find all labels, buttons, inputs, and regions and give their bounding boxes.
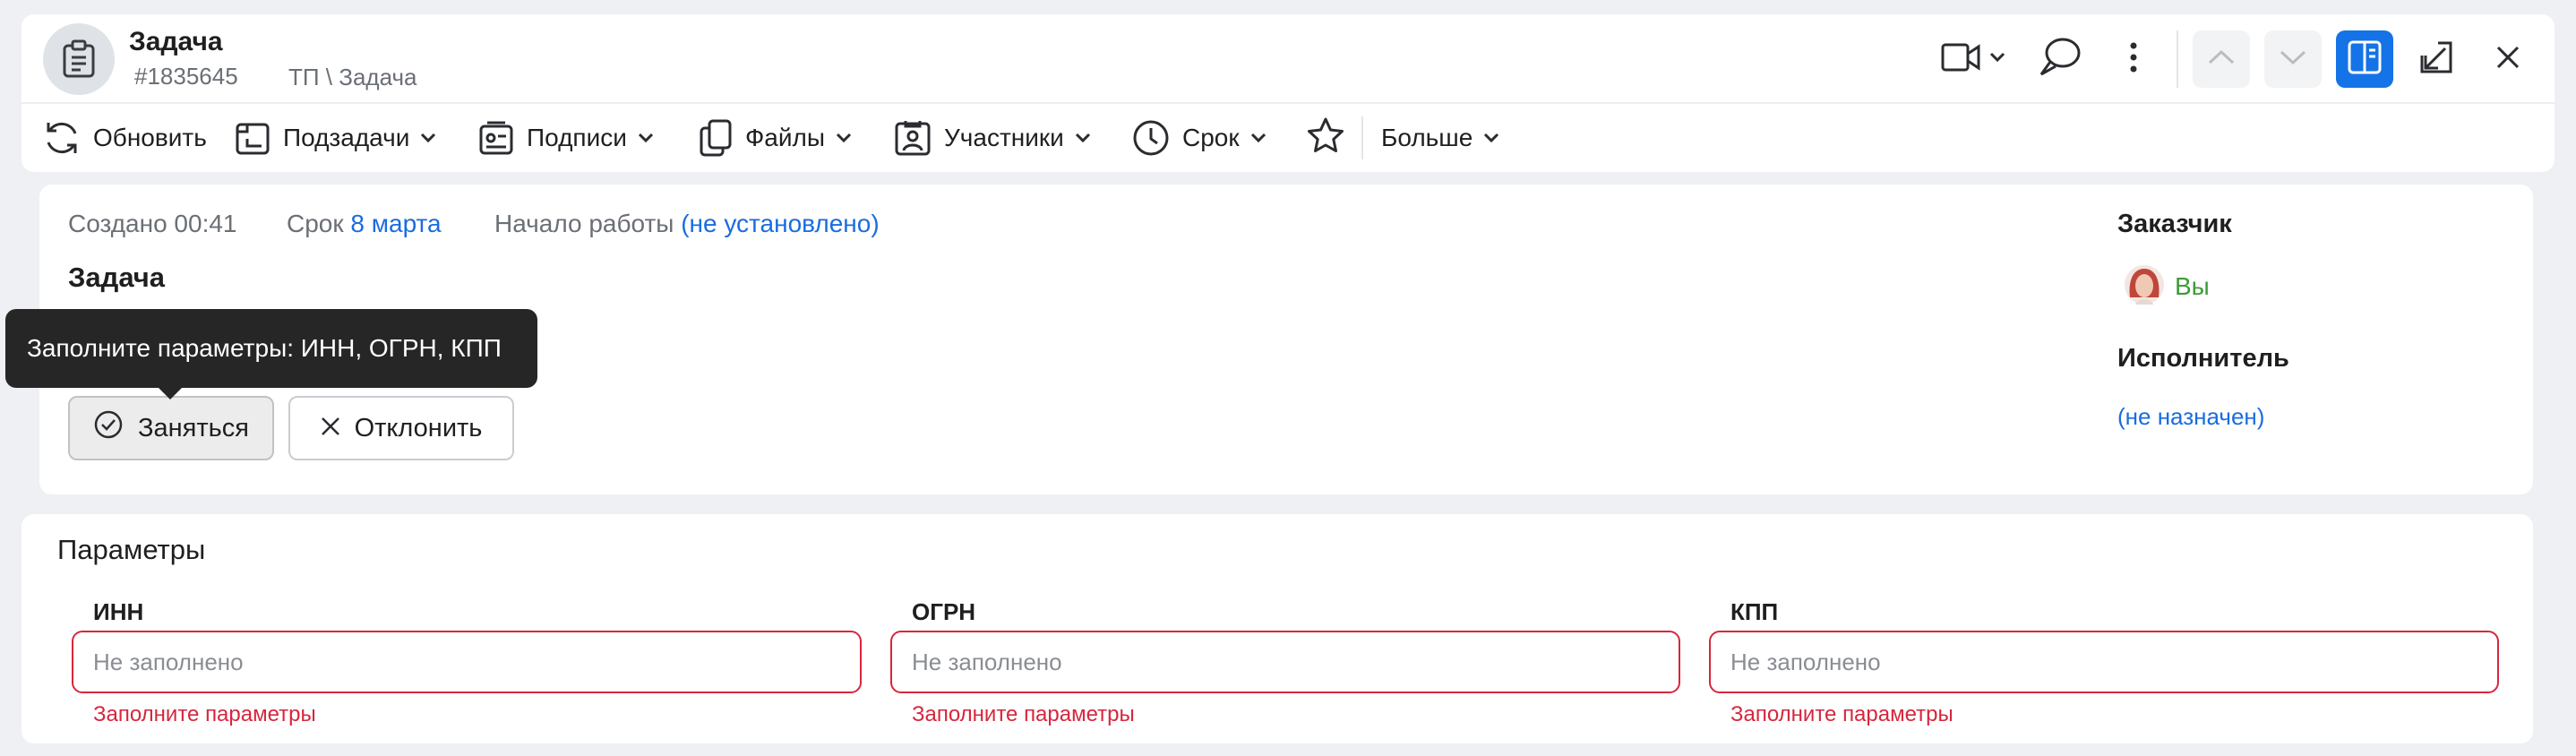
files-button[interactable]: Файлы xyxy=(699,104,852,172)
assignee-value-link[interactable]: (не назначен) xyxy=(2117,403,2264,431)
chevron-down-icon xyxy=(836,133,852,143)
participants-icon xyxy=(894,118,932,158)
customer-name[interactable]: Вы xyxy=(2175,272,2210,301)
collapse-icon xyxy=(2418,39,2454,80)
parameters-card: Параметры ИНН Заполните параметры ОГРН З… xyxy=(21,514,2533,743)
clock-icon xyxy=(1132,119,1170,157)
favorite-button[interactable] xyxy=(1306,104,1345,172)
chat-button[interactable] xyxy=(2031,30,2089,88)
validation-tooltip: Заполните параметры: ИНН, ОГРН, КПП xyxy=(5,309,537,388)
kpp-error: Заполните параметры xyxy=(1730,702,1953,726)
clipboard-icon xyxy=(43,23,115,95)
start-value-link[interactable]: (не установлено) xyxy=(681,210,879,237)
star-icon xyxy=(1306,116,1345,160)
refresh-icon xyxy=(43,119,81,157)
start-info: Начало работы (не установлено) xyxy=(494,210,880,238)
chevron-down-icon xyxy=(1483,133,1499,143)
task-heading: Задача xyxy=(68,262,166,293)
chevron-down-icon xyxy=(2280,49,2306,70)
chevron-down-icon xyxy=(1989,51,2005,67)
chevron-down-icon xyxy=(638,133,654,143)
panel-view-button[interactable] xyxy=(2336,30,2393,88)
ogrn-label: ОГРН xyxy=(912,598,976,625)
collapse-button[interactable] xyxy=(2408,30,2465,88)
chevron-down-icon xyxy=(420,133,436,143)
more-button[interactable]: Больше xyxy=(1381,104,1499,172)
chevron-down-icon xyxy=(1075,133,1091,143)
start-label: Начало работы xyxy=(494,210,674,237)
close-icon xyxy=(321,414,340,443)
task-toolbar: Обновить Подзадачи Подписи Файлы Участни… xyxy=(21,104,2555,172)
kpp-label: КПП xyxy=(1730,598,1779,625)
parameters-title: Параметры xyxy=(57,534,206,565)
ogrn-error: Заполните параметры xyxy=(912,702,1135,726)
deadline-info: Срок 8 марта xyxy=(287,210,442,238)
signatures-button[interactable]: Подписи xyxy=(478,104,654,172)
task-number[interactable]: #1835645 xyxy=(134,63,238,90)
chevron-down-icon xyxy=(1250,133,1267,143)
signature-icon xyxy=(478,119,514,157)
created-time: Создано 00:41 xyxy=(68,210,237,237)
tooltip-arrow xyxy=(158,387,183,399)
deadline-value-link[interactable]: 8 марта xyxy=(350,210,441,237)
task-title: Задача xyxy=(129,27,223,56)
toolbar-divider xyxy=(1361,116,1363,159)
inn-input[interactable] xyxy=(72,631,862,693)
decline-task-button[interactable]: Отклонить xyxy=(288,396,514,460)
customer-avatar xyxy=(2125,263,2164,306)
kpp-input[interactable] xyxy=(1709,631,2499,693)
take-task-button[interactable]: Заняться xyxy=(68,396,274,460)
task-path[interactable]: ТП \ Задача xyxy=(288,64,416,91)
chat-icon xyxy=(2038,37,2082,82)
check-circle-icon xyxy=(93,409,124,447)
close-icon xyxy=(2495,45,2520,74)
refresh-button[interactable]: Обновить xyxy=(43,104,207,172)
customer-label: Заказчик xyxy=(2117,210,2232,238)
ogrn-input[interactable] xyxy=(890,631,1680,693)
participants-button[interactable]: Участники xyxy=(894,104,1091,172)
video-call-button[interactable] xyxy=(1933,30,2014,88)
inn-error: Заполните параметры xyxy=(93,702,316,726)
task-header: Задача #1835645 ТП \ Задача xyxy=(21,14,2555,104)
assignee-label: Исполнитель xyxy=(2117,344,2289,373)
chevron-up-icon xyxy=(2208,49,2235,70)
more-vertical-icon xyxy=(2129,42,2138,77)
close-button[interactable] xyxy=(2479,30,2537,88)
previous-task-button[interactable] xyxy=(2193,30,2250,88)
panel-icon xyxy=(2347,39,2383,80)
next-task-button[interactable] xyxy=(2264,30,2322,88)
header-divider xyxy=(2177,30,2178,88)
subtasks-button[interactable]: Подзадачи xyxy=(235,104,436,172)
subtasks-icon xyxy=(235,119,270,157)
files-icon xyxy=(699,118,733,158)
inn-label: ИНН xyxy=(93,598,144,625)
deadline-button[interactable]: Срок xyxy=(1132,104,1267,172)
video-icon xyxy=(1941,42,1982,77)
more-options-button[interactable] xyxy=(2105,30,2162,88)
deadline-label: Срок xyxy=(287,210,344,237)
